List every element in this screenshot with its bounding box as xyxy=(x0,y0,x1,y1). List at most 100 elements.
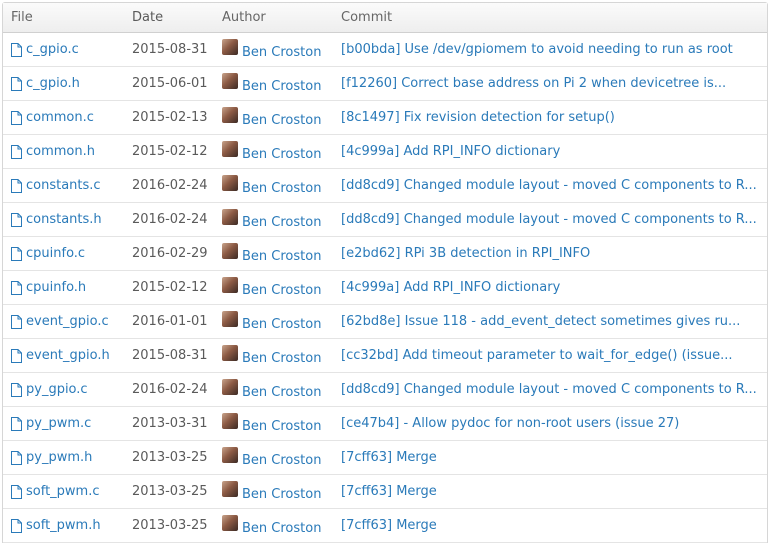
file-link[interactable]: soft_pwm.c xyxy=(26,484,100,499)
author-link[interactable]: Ben Croston xyxy=(242,351,321,366)
commit-link[interactable]: [dd8cd9] Changed module layout - moved C… xyxy=(341,382,757,397)
commit-cell: [cc32bd] Add timeout parameter to wait_f… xyxy=(341,348,767,363)
file-link[interactable]: common.h xyxy=(26,144,95,159)
table-row: event_gpio.h 2015-08-31 Ben Croston [cc3… xyxy=(3,339,767,373)
file-link[interactable]: constants.h xyxy=(26,212,102,227)
author-link[interactable]: Ben Croston xyxy=(242,147,321,162)
author-link[interactable]: Ben Croston xyxy=(242,521,321,536)
author-link[interactable]: Ben Croston xyxy=(242,283,321,298)
author-cell: Ben Croston xyxy=(220,106,341,128)
commit-link[interactable]: [dd8cd9] Changed module layout - moved C… xyxy=(341,178,757,193)
commit-link[interactable]: [cc32bd] Add timeout parameter to wait_f… xyxy=(341,348,732,363)
table-row: cpuinfo.c 2016-02-29 Ben Croston [e2bd62… xyxy=(3,237,767,271)
table-row: soft_pwm.h 2013-03-25 Ben Croston [7cff6… xyxy=(3,509,767,543)
commit-link[interactable]: [e2bd62] RPi 3B detection in RPI_INFO xyxy=(341,246,590,261)
commit-cell: [dd8cd9] Changed module layout - moved C… xyxy=(341,212,767,227)
commit-cell: [62bd8e] Issue 118 - add_event_detect so… xyxy=(341,314,767,329)
file-link[interactable]: event_gpio.h xyxy=(26,348,110,363)
author-link[interactable]: Ben Croston xyxy=(242,113,321,128)
file-link[interactable]: constants.c xyxy=(26,178,101,193)
file-icon xyxy=(11,144,22,159)
file-link[interactable]: py_pwm.c xyxy=(26,416,91,431)
commit-link[interactable]: [7cff63] Merge xyxy=(341,518,437,533)
avatar xyxy=(222,106,238,123)
author-link[interactable]: Ben Croston xyxy=(242,317,321,332)
file-icon xyxy=(11,280,22,295)
table-row: cpuinfo.h 2015-02-12 Ben Croston [4c999a… xyxy=(3,271,767,305)
file-link[interactable]: py_pwm.h xyxy=(26,450,92,465)
date-cell: 2015-02-13 xyxy=(132,110,208,125)
avatar xyxy=(222,412,238,429)
commit-link[interactable]: [7cff63] Merge xyxy=(341,484,437,499)
file-icon xyxy=(11,42,22,57)
avatar xyxy=(222,140,238,157)
author-link[interactable]: Ben Croston xyxy=(242,79,321,94)
commit-link[interactable]: [4c999a] Add RPI_INFO dictionary xyxy=(341,144,560,159)
author-link[interactable]: Ben Croston xyxy=(242,385,321,400)
table-row: c_gpio.c 2015-08-31 Ben Croston [b00bda]… xyxy=(3,33,767,67)
table-row: py_pwm.h 2013-03-25 Ben Croston [7cff63]… xyxy=(3,441,767,475)
avatar xyxy=(222,38,238,55)
commit-link[interactable]: [62bd8e] Issue 118 - add_event_detect so… xyxy=(341,314,740,329)
file-cell: soft_pwm.c xyxy=(3,484,130,499)
author-cell: Ben Croston xyxy=(220,310,341,332)
date-cell: 2015-08-31 xyxy=(132,42,208,57)
file-link[interactable]: c_gpio.h xyxy=(26,76,80,91)
file-icon xyxy=(11,416,22,431)
commit-cell: [dd8cd9] Changed module layout - moved C… xyxy=(341,178,767,193)
table-row: common.h 2015-02-12 Ben Croston [4c999a]… xyxy=(3,135,767,169)
commit-link[interactable]: [8c1497] Fix revision detection for setu… xyxy=(341,110,615,125)
file-link[interactable]: c_gpio.c xyxy=(26,42,79,57)
author-link[interactable]: Ben Croston xyxy=(242,453,321,468)
commit-link[interactable]: [b00bda] Use /dev/gpiomem to avoid needi… xyxy=(341,42,733,57)
table-row: constants.c 2016-02-24 Ben Croston [dd8c… xyxy=(3,169,767,203)
file-icon xyxy=(11,450,22,465)
column-header-file[interactable]: File xyxy=(3,10,130,25)
commit-cell: [4c999a] Add RPI_INFO dictionary xyxy=(341,144,767,159)
file-icon xyxy=(11,484,22,499)
avatar xyxy=(222,208,238,225)
file-cell: event_gpio.c xyxy=(3,314,130,329)
author-link[interactable]: Ben Croston xyxy=(242,419,321,434)
column-header-commit[interactable]: Commit xyxy=(341,10,767,25)
avatar xyxy=(222,174,238,191)
avatar xyxy=(222,276,238,293)
file-icon xyxy=(11,178,22,193)
commit-link[interactable]: [7cff63] Merge xyxy=(341,450,437,465)
file-link[interactable]: cpuinfo.c xyxy=(26,246,85,261)
author-cell: Ben Croston xyxy=(220,72,341,94)
author-link[interactable]: Ben Croston xyxy=(242,181,321,196)
commit-link[interactable]: [ce47b4] - Allow pydoc for non-root user… xyxy=(341,416,679,431)
commit-link[interactable]: [4c999a] Add RPI_INFO dictionary xyxy=(341,280,560,295)
commit-cell: [4c999a] Add RPI_INFO dictionary xyxy=(341,280,767,295)
author-link[interactable]: Ben Croston xyxy=(242,215,321,230)
file-cell: constants.h xyxy=(3,212,130,227)
date-cell: 2013-03-31 xyxy=(132,416,208,431)
file-link[interactable]: cpuinfo.h xyxy=(26,280,86,295)
commit-link[interactable]: [f12260] Correct base address on Pi 2 wh… xyxy=(341,76,726,91)
file-link[interactable]: common.c xyxy=(26,110,94,125)
column-header-author[interactable]: Author xyxy=(220,10,341,25)
column-header-date[interactable]: Date xyxy=(130,10,220,25)
table-row: constants.h 2016-02-24 Ben Croston [dd8c… xyxy=(3,203,767,237)
date-cell: 2016-01-01 xyxy=(132,314,208,329)
date-cell: 2016-02-29 xyxy=(132,246,208,261)
file-link[interactable]: py_gpio.c xyxy=(26,382,88,397)
commit-cell: [dd8cd9] Changed module layout - moved C… xyxy=(341,382,767,397)
author-link[interactable]: Ben Croston xyxy=(242,45,321,60)
file-icon xyxy=(11,110,22,125)
file-icon xyxy=(11,314,22,329)
file-link[interactable]: event_gpio.c xyxy=(26,314,109,329)
table-row: common.c 2015-02-13 Ben Croston [8c1497]… xyxy=(3,101,767,135)
file-cell: cpuinfo.c xyxy=(3,246,130,261)
file-cell: py_pwm.h xyxy=(3,450,130,465)
author-link[interactable]: Ben Croston xyxy=(242,487,321,502)
commit-link[interactable]: [dd8cd9] Changed module layout - moved C… xyxy=(341,212,757,227)
date-cell: 2016-02-24 xyxy=(132,178,208,193)
date-cell: 2015-06-01 xyxy=(132,76,208,91)
author-link[interactable]: Ben Croston xyxy=(242,249,321,264)
file-link[interactable]: soft_pwm.h xyxy=(26,518,101,533)
file-table: File Date Author Commit c_gpio.c 2015-08… xyxy=(2,2,768,543)
table-header: File Date Author Commit xyxy=(3,3,767,33)
author-cell: Ben Croston xyxy=(220,276,341,298)
